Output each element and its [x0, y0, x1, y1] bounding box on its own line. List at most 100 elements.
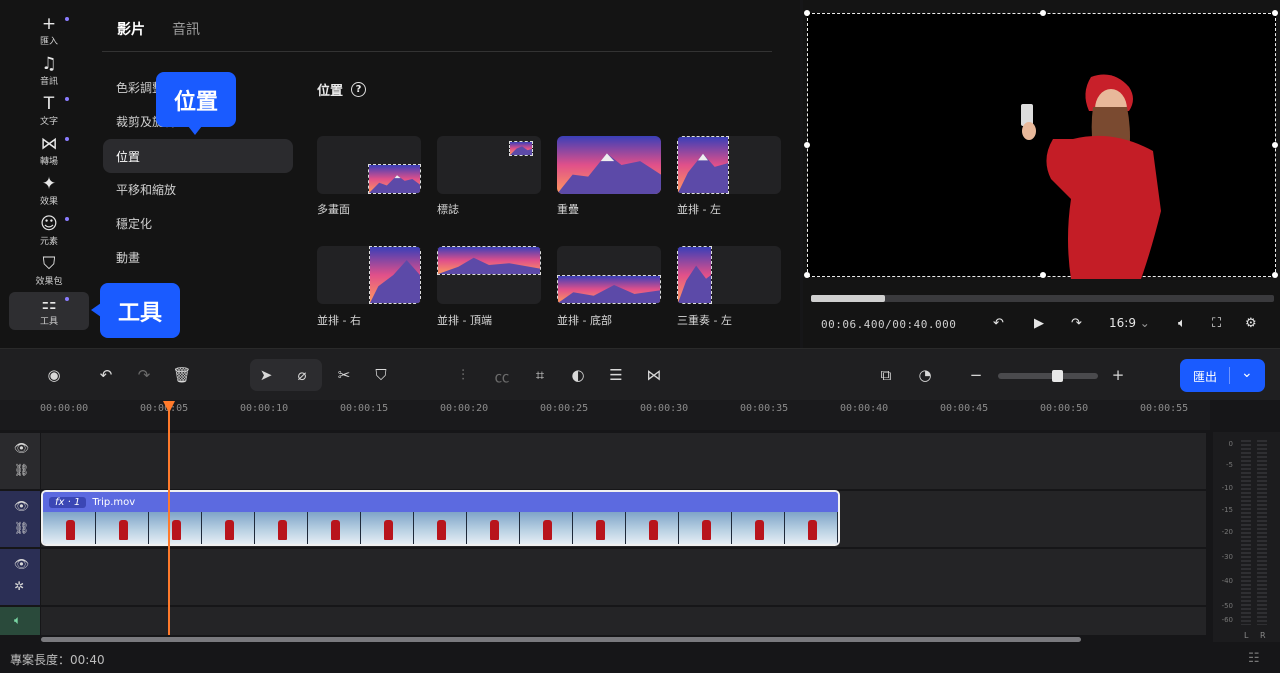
- delete-icon[interactable]: 🗑︎: [172, 366, 192, 384]
- video-clip[interactable]: fx · 1 Trip.mov: [41, 490, 840, 546]
- preset-trio-left[interactable]: [677, 246, 781, 304]
- color-icon[interactable]: ◐: [568, 366, 588, 384]
- preset-side-by-side-bottom[interactable]: [557, 246, 661, 304]
- link-off-icon[interactable]: ⛓︎: [14, 521, 29, 535]
- export-label: 匯出: [1193, 370, 1218, 384]
- transition-icon[interactable]: ⋈: [644, 366, 664, 384]
- resize-handle[interactable]: [1040, 10, 1046, 16]
- redo-icon[interactable]: ↷: [134, 366, 154, 384]
- rail-item-effects[interactable]: ✦ 效果: [9, 172, 89, 210]
- playback-progress-bar[interactable]: [811, 295, 1274, 302]
- rail-item-text[interactable]: T 文字: [9, 92, 89, 130]
- section-title-text: 位置: [317, 84, 344, 99]
- resize-handle[interactable]: [1272, 10, 1278, 16]
- undo-back-icon[interactable]: ↶: [993, 316, 1004, 331]
- track-lane[interactable]: [41, 433, 1206, 489]
- resize-handle[interactable]: [1272, 272, 1278, 278]
- audio-track-lane[interactable]: [41, 607, 1206, 635]
- volume-icon[interactable]: 🔈︎: [1178, 316, 1186, 331]
- timeline-scrollbar[interactable]: [41, 637, 1081, 642]
- eye-icon[interactable]: 👁︎: [14, 557, 29, 571]
- captions-icon[interactable]: ㏄: [492, 366, 512, 387]
- rail-item-import[interactable]: + 匯入: [9, 12, 89, 50]
- play-icon[interactable]: ▶: [1034, 316, 1044, 331]
- rail-label: 元素: [39, 237, 58, 247]
- preset-side-by-side-top[interactable]: [437, 246, 541, 304]
- clip-frame: [361, 512, 414, 544]
- aspect-ratio-select[interactable]: 16:9 ⌄: [1109, 316, 1150, 330]
- rail-item-tools[interactable]: ⚏ 工具: [9, 292, 89, 330]
- preview-canvas[interactable]: [804, 10, 1278, 279]
- clip-frame: [255, 512, 308, 544]
- resize-handle[interactable]: [1272, 142, 1278, 148]
- scissors-icon[interactable]: ✂: [334, 366, 354, 384]
- eye-icon[interactable]: 👁︎: [14, 499, 29, 513]
- chevron-down-icon[interactable]: ⌄: [1241, 365, 1253, 381]
- vu-channel-label: L: [1244, 631, 1249, 640]
- layout-grid-icon[interactable]: ☷: [1248, 651, 1260, 666]
- marker-icon[interactable]: ⌀: [292, 366, 312, 384]
- rail-item-elements[interactable]: ☺ 元素: [9, 212, 89, 250]
- video-editor: + 匯入 ♫ 音訊 T 文字 ⋈ 轉場 ✦ 效果 ☺ 元素 ⛉ 效果包 ⚏ 工具…: [0, 0, 1280, 673]
- undo-icon[interactable]: ↶: [96, 366, 116, 384]
- preset-picture-in-picture[interactable]: [317, 136, 421, 194]
- redo-forward-icon[interactable]: ↷: [1071, 316, 1082, 331]
- preset-label: 並排 - 頂端: [437, 314, 492, 327]
- progress-fill: [811, 295, 886, 302]
- shield-icon[interactable]: ⛉: [371, 366, 391, 384]
- timeline-ruler[interactable]: 00:00:00 00:00:05 00:00:10 00:00:15 00:0…: [0, 400, 1210, 430]
- preset-overlay[interactable]: [557, 136, 661, 194]
- tab-audio[interactable]: 音訊: [172, 19, 200, 39]
- vu-label: -5: [1226, 461, 1233, 469]
- audio-icon[interactable]: 🔈︎: [14, 613, 21, 628]
- ruler-tick: 00:00:10: [240, 403, 289, 414]
- menu-item-position[interactable]: 位置: [103, 139, 293, 173]
- fx-badge[interactable]: fx · 1: [49, 496, 87, 508]
- record-icon[interactable]: ◉: [44, 366, 64, 384]
- zoom-out-icon[interactable]: −: [966, 366, 986, 384]
- eye-icon[interactable]: 👁︎: [14, 441, 29, 455]
- menu-item-pan-zoom[interactable]: 平移和縮放: [103, 172, 293, 206]
- vu-label: -15: [1221, 506, 1233, 514]
- resize-handle[interactable]: [804, 142, 810, 148]
- clip-name: Trip.mov: [92, 496, 136, 508]
- zoom-slider-knob[interactable]: [1052, 370, 1063, 382]
- preset-logo[interactable]: [437, 136, 541, 194]
- speed-icon[interactable]: ◔: [915, 366, 935, 384]
- help-icon[interactable]: ?: [351, 82, 367, 97]
- playhead[interactable]: [168, 405, 170, 635]
- transition-icon: ⋈: [40, 134, 58, 154]
- rail-item-audio[interactable]: ♫ 音訊: [9, 52, 89, 90]
- resize-handle[interactable]: [804, 272, 810, 278]
- settings-icon[interactable]: ✲: [14, 579, 24, 593]
- rail-label: 轉場: [39, 157, 58, 167]
- rail-item-transitions[interactable]: ⋈ 轉場: [9, 132, 89, 170]
- menu-item-animation[interactable]: 動畫: [103, 240, 293, 274]
- preset-side-by-side-right[interactable]: [317, 246, 421, 304]
- rail-item-effect-packs[interactable]: ⛉ 效果包: [9, 252, 89, 290]
- select-arrow-icon[interactable]: ➤: [256, 366, 276, 384]
- mountain-thumb: [557, 136, 661, 194]
- project-length: 專案長度：00:40: [10, 653, 105, 667]
- audio-wave-icon[interactable]: ⫶: [453, 366, 473, 384]
- track-lane[interactable]: [41, 549, 1206, 605]
- resize-handle[interactable]: [804, 10, 810, 16]
- zoom-slider[interactable]: [998, 370, 1098, 382]
- mountain-thumb: [437, 246, 541, 275]
- preset-side-by-side-left[interactable]: [677, 136, 781, 194]
- divider: [1229, 367, 1230, 384]
- gear-icon[interactable]: ⚙: [1245, 316, 1257, 331]
- adjust-sliders-icon[interactable]: ☰: [606, 366, 626, 384]
- split-audio-icon[interactable]: ⧉: [876, 366, 896, 384]
- ruler-tick: 00:00:25: [540, 403, 589, 414]
- crop-icon[interactable]: ⌗: [530, 366, 550, 384]
- zoom-in-icon[interactable]: +: [1108, 366, 1128, 384]
- mountain-thumb: [509, 141, 533, 156]
- tab-video[interactable]: 影片: [117, 19, 145, 39]
- rail-label: 匯入: [39, 37, 58, 47]
- export-button[interactable]: 匯出 ⌄: [1180, 359, 1265, 392]
- menu-item-stabilize[interactable]: 穩定化: [103, 206, 293, 240]
- tools-callout: 工具: [100, 283, 180, 338]
- link-icon[interactable]: ⛓︎: [14, 463, 29, 477]
- fullscreen-icon[interactable]: ⛶: [1212, 316, 1221, 331]
